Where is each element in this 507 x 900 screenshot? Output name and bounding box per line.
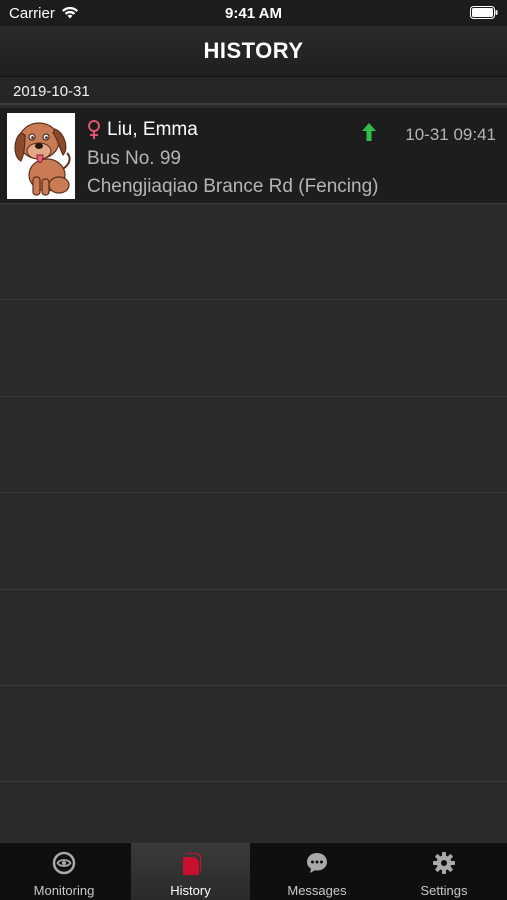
status-time: 9:41 AM xyxy=(225,5,282,22)
tab-settings-label: Settings xyxy=(420,883,468,898)
navigation-bar: HISTORY xyxy=(0,26,507,77)
status-bar: Carrier 9:41 AM xyxy=(0,0,507,26)
list-separator xyxy=(0,781,507,782)
tab-settings[interactable]: Settings xyxy=(381,843,507,900)
female-icon xyxy=(88,120,100,139)
list-separator xyxy=(0,396,507,397)
date-section-header: 2019-10-31 xyxy=(0,77,507,105)
tab-messages-label: Messages xyxy=(287,883,347,898)
record-time: 10-31 09:41 xyxy=(405,125,496,144)
messages-icon xyxy=(307,853,327,873)
location-name: Chengjiaqiao Brance Rd (Fencing) xyxy=(87,176,379,197)
tab-messages[interactable]: Messages xyxy=(253,843,381,900)
bus-number: Bus No. 99 xyxy=(87,148,181,169)
section-date: 2019-10-31 xyxy=(13,83,90,100)
tab-bar: Monitoring History Messages Settings xyxy=(0,842,507,900)
avatar xyxy=(7,113,75,199)
battery-icon xyxy=(470,6,498,19)
person-name: Liu, Emma xyxy=(107,119,198,140)
list-separator xyxy=(0,492,507,493)
monitoring-icon xyxy=(52,851,76,875)
tab-history-label: History xyxy=(170,883,211,898)
history-icon xyxy=(182,853,201,875)
arrow-up-icon xyxy=(362,123,376,141)
tab-history[interactable]: History xyxy=(131,843,250,900)
tab-monitoring[interactable]: Monitoring xyxy=(0,843,128,900)
history-screen: Carrier 9:41 AM HISTORY 2019-10-31 Liu, … xyxy=(0,0,507,900)
list-separator xyxy=(0,299,507,300)
gear-icon xyxy=(433,852,455,874)
history-record-row[interactable]: Liu, Emma Bus No. 99 Chengjiaqiao Brance… xyxy=(0,108,507,204)
page-title: HISTORY xyxy=(203,38,304,63)
tab-monitoring-label: Monitoring xyxy=(33,883,95,898)
list-separator xyxy=(0,589,507,590)
list-separator xyxy=(0,685,507,686)
